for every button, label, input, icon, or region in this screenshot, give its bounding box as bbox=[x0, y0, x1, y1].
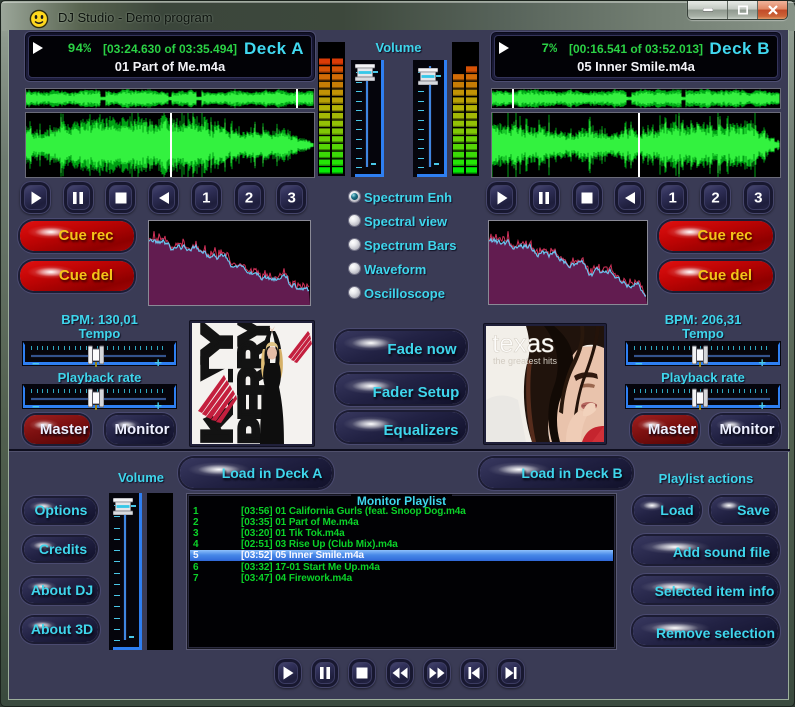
svg-text:texas: texas bbox=[492, 328, 554, 358]
svg-text:the greatest hits: the greatest hits bbox=[493, 356, 558, 366]
